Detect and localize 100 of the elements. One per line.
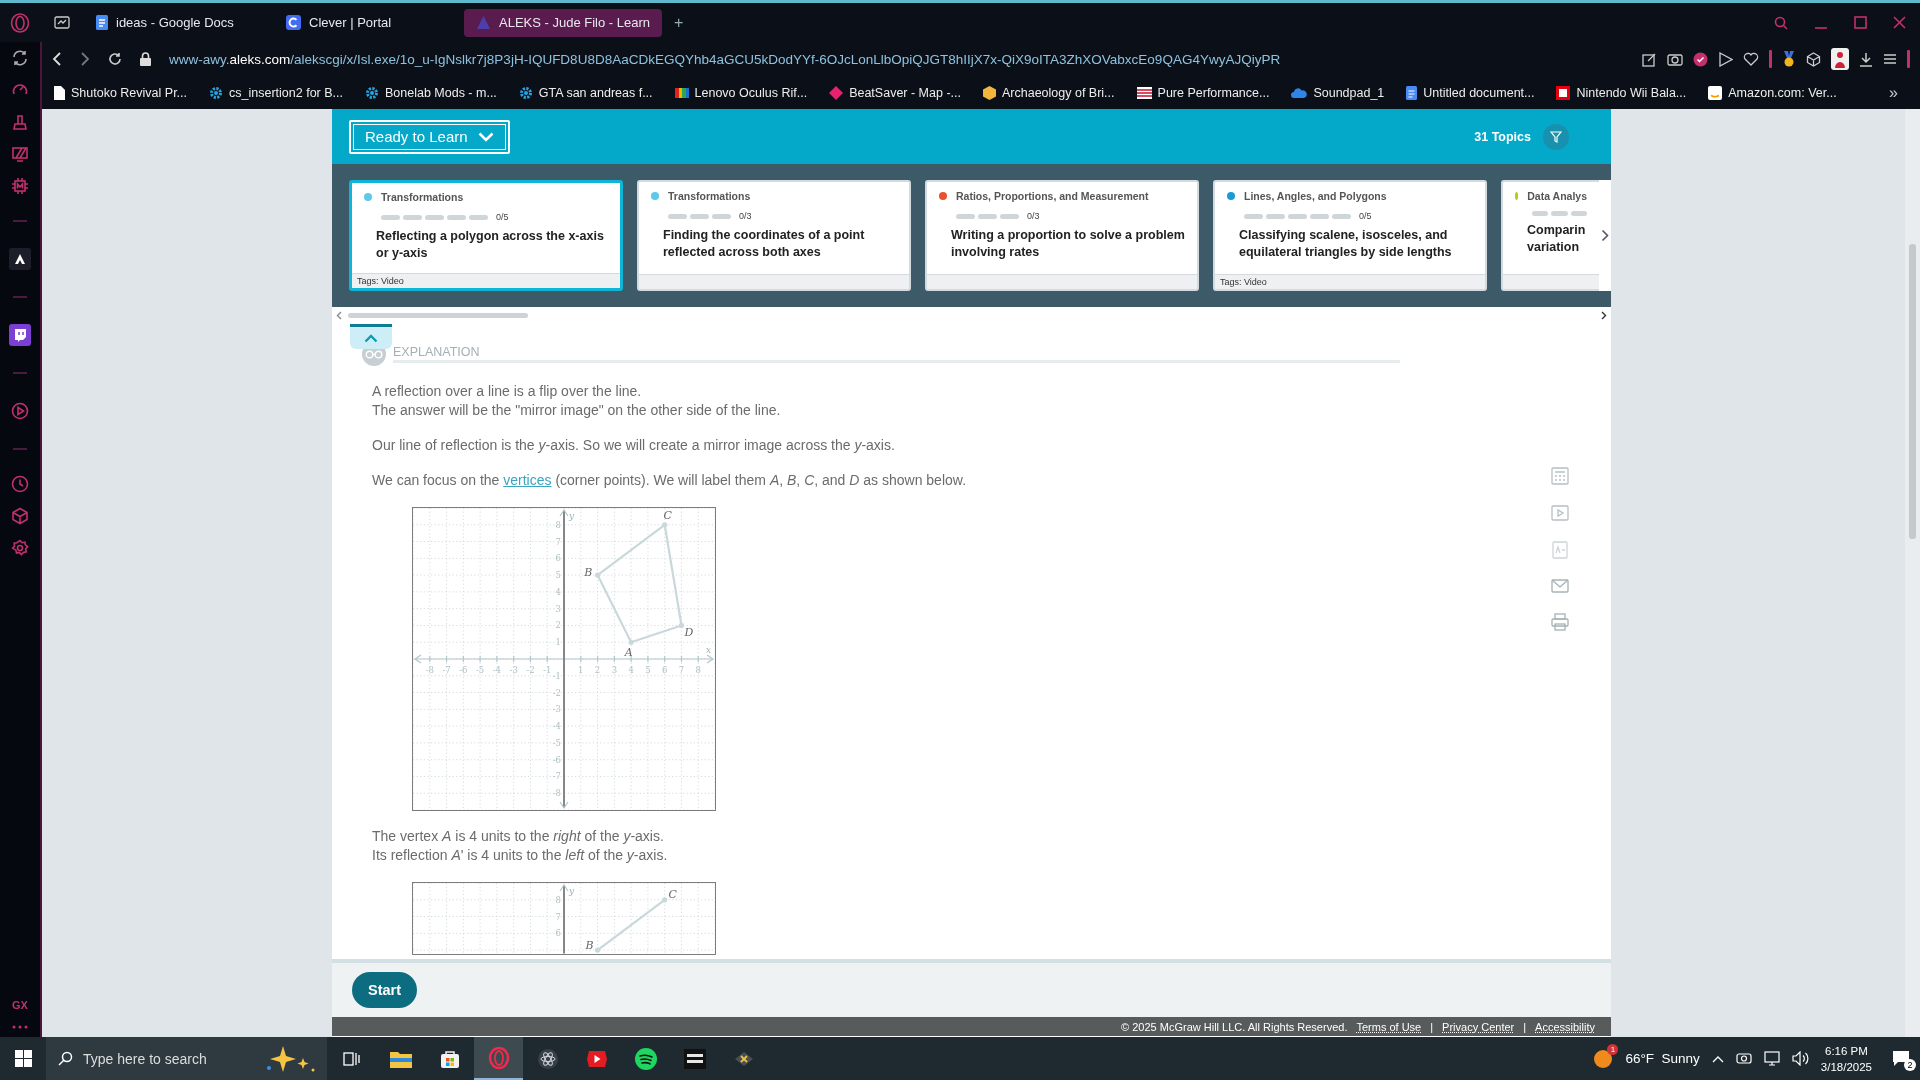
ring-icon[interactable] xyxy=(10,12,30,33)
camera-icon[interactable] xyxy=(1667,52,1683,66)
clock-time[interactable]: 6:16 PM xyxy=(1820,1042,1872,1059)
play-icon[interactable] xyxy=(11,402,29,420)
explanation-text: The answer will be the "mirror image" on the other side of the line. xyxy=(372,401,782,420)
browser-tab[interactable]: Clever | Portal xyxy=(274,8,458,37)
topic-card[interactable]: Transformations 0/3 Finding the coordinates of a point reflected across both axes xyxy=(637,180,911,291)
bookmark[interactable]: Archaeology of Bri... xyxy=(983,85,1115,100)
collapse-button[interactable] xyxy=(350,324,392,349)
camera-icon[interactable] xyxy=(1735,1050,1752,1067)
scrollbar-thumb[interactable] xyxy=(1909,244,1916,539)
topic-card[interactable]: Ratios, Proportions, and Measurement 0/3 Writing a proportion to solve a problem involving rates xyxy=(925,180,1199,291)
axis-label: x xyxy=(706,645,712,655)
folder-icon xyxy=(389,1049,412,1068)
close-icon[interactable] xyxy=(1893,16,1906,29)
send-icon[interactable] xyxy=(1718,51,1733,67)
weather-text[interactable]: 66°F Sunny xyxy=(1625,1051,1700,1066)
search-field[interactable]: Type here to search xyxy=(46,1037,327,1080)
more-icon[interactable] xyxy=(12,1025,28,1029)
tick-label: -2 xyxy=(526,665,535,675)
glasses-icon xyxy=(365,349,383,359)
shield-icon[interactable] xyxy=(1693,51,1708,67)
browser-tab[interactable]: ALEKS - Jude Filo - Learn xyxy=(464,8,663,37)
tick-label: -1 xyxy=(543,665,552,675)
bookmark[interactable]: GTA san andreas f... xyxy=(518,85,653,100)
footer-link[interactable]: Privacy Center xyxy=(1442,1020,1515,1033)
bookmark[interactable]: Shutoko Revival Pr... xyxy=(54,85,188,100)
ring-icon xyxy=(487,1046,510,1069)
section-heading: EXPLANATION xyxy=(393,345,481,359)
speaker-icon[interactable] xyxy=(1791,1051,1809,1066)
address-field[interactable]: www-awy.aleks.com/alekscgi/x/Isl.exe/1o_u-IgNslkr7j8P3jH-IQUFD8U8D8AaCDkEGQYhb4aGCU5kDodYYf-6OJcLonLlbOpiQJGT8hIIjX7x-QiX9oITA3ZhXOVabxcEo9QAG4YwyAJQiyPR xyxy=(169,51,1281,67)
document-icon xyxy=(1406,85,1418,100)
footer-link[interactable]: Accessibility xyxy=(1535,1020,1595,1033)
windows-icon[interactable] xyxy=(14,1050,32,1067)
settings-icon[interactable] xyxy=(11,539,29,557)
tick-label: -8 xyxy=(552,788,561,799)
reload-icon[interactable] xyxy=(108,52,122,66)
point-label: B xyxy=(585,939,594,953)
bookmark[interactable]: BeatSaver - Map -... xyxy=(829,85,961,100)
start-button[interactable]: Start xyxy=(352,972,418,1008)
topic-card[interactable]: Lines, Angles, and Polygons 0/5 Classifying scalene, isosceles, and equilateral triangles by side lengths Tags: Video xyxy=(1213,180,1487,291)
sun-icon[interactable] xyxy=(1593,1048,1614,1069)
edit-icon[interactable] xyxy=(1642,51,1657,67)
maximize-icon[interactable] xyxy=(1854,16,1867,29)
sidebar-label[interactable]: GX xyxy=(12,999,28,1011)
bookmark[interactable]: Bonelab Mods - m... xyxy=(365,85,497,100)
avatar-icon[interactable] xyxy=(1831,48,1849,70)
diamond-icon xyxy=(829,85,844,100)
heart-icon[interactable] xyxy=(1743,52,1759,66)
explanation-text: A reflection over a line is a flip over the line. xyxy=(372,382,643,401)
footer-link[interactable]: Terms of Use xyxy=(1356,1020,1422,1033)
app-icon xyxy=(683,1048,706,1069)
bookmark[interactable]: Lenovo Oculus Rif... xyxy=(674,85,808,100)
monitor-icon[interactable] xyxy=(1763,1051,1780,1066)
separator-bar-icon xyxy=(1769,50,1772,68)
app-icon[interactable] xyxy=(9,248,31,270)
chat-app-icon[interactable] xyxy=(9,324,31,346)
point-label: C xyxy=(668,887,677,901)
topic-card[interactable]: Transformations 0/5 Reflecting a polygon across the x-axis or y-axis Tags: Video xyxy=(349,180,623,291)
browser-tab[interactable]: ideas - Google Docs xyxy=(84,8,268,37)
bookmark[interactable]: Pure Performance... xyxy=(1136,85,1270,100)
bookmark[interactable]: Untitled document... xyxy=(1406,85,1535,100)
menu-icon[interactable] xyxy=(1883,53,1897,65)
download-icon[interactable] xyxy=(1859,51,1873,67)
tick-label: 3 xyxy=(611,665,618,675)
chip-icon[interactable] xyxy=(11,177,29,195)
bookmark[interactable]: Soundpad_1 xyxy=(1291,85,1385,100)
search-icon[interactable] xyxy=(1774,15,1788,30)
filter-button[interactable] xyxy=(1543,123,1569,150)
medal-icon[interactable] xyxy=(1782,51,1796,67)
bookmark[interactable]: Nintendo Wii Bala... xyxy=(1556,85,1687,100)
forward-icon[interactable] xyxy=(80,52,90,66)
back-icon[interactable] xyxy=(52,52,62,66)
tick-label: 8 xyxy=(695,665,701,675)
bookmark[interactable]: cs_insertion2 for B... xyxy=(209,85,343,100)
chevron-right-icon[interactable] xyxy=(1601,311,1607,320)
chevron-up-icon[interactable] xyxy=(1711,1054,1724,1063)
sync-icon[interactable] xyxy=(11,49,29,67)
tick-label: 6 xyxy=(555,928,561,939)
tick-label: 8 xyxy=(555,519,561,530)
bookmark[interactable]: Amazon.com: Ver... xyxy=(1708,85,1837,100)
tick-label: 5 xyxy=(645,665,651,675)
axis-label: y xyxy=(569,886,575,897)
chevron-right-icon[interactable] xyxy=(1601,229,1609,242)
notification-icon[interactable] xyxy=(1892,1050,1910,1067)
more-bookmarks-button[interactable]: » xyxy=(1889,83,1908,102)
explanation-text: The vertex A is 4 units to the right of the y-axis. xyxy=(372,827,665,847)
clock-date[interactable]: 3/18/2025 xyxy=(1820,1058,1872,1075)
topic-count: 31 Topics xyxy=(1474,129,1531,144)
cog-icon xyxy=(518,85,533,100)
tags-label: Tags: Video xyxy=(357,276,404,286)
axis-label: y xyxy=(569,511,575,521)
new-tab-button[interactable]: + xyxy=(674,13,684,32)
progress-count: 0/3 xyxy=(1027,211,1040,221)
topic-category: Transformations xyxy=(381,191,464,203)
topic-category: Transformations xyxy=(668,190,751,202)
clock-icon[interactable] xyxy=(11,475,29,493)
scrollbar-thumb[interactable] xyxy=(348,313,528,318)
topic-card[interactable]: Data Analys Comparin variation xyxy=(1501,180,1599,291)
chevron-left-icon[interactable] xyxy=(336,311,342,320)
